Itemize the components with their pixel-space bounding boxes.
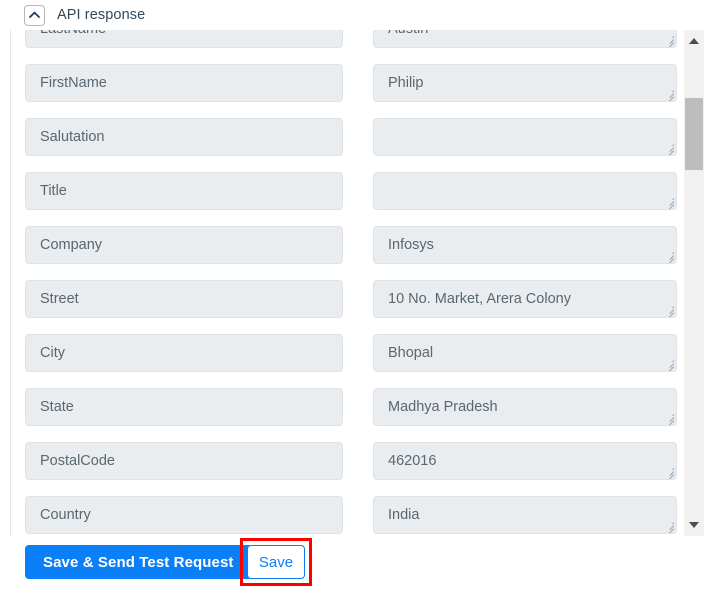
value-text: Infosys [388,237,434,253]
mapping-rows-list: LastName Austin FirstName Philip Salutation T… [0,30,726,536]
resize-grip-icon[interactable] [663,520,675,533]
vertical-scrollbar[interactable] [684,30,704,536]
triangle-down-icon[interactable] [684,516,704,534]
api-response-header: API response [0,0,726,30]
page-title: API response [57,7,146,23]
value-field[interactable] [373,172,677,210]
property-field[interactable]: LastName [25,30,343,48]
triangle-up-icon[interactable] [684,32,704,50]
value-text: Madhya Pradesh [388,399,498,415]
value-field[interactable]: Bhopal [373,334,677,372]
resize-grip-icon[interactable] [663,466,675,479]
chevron-up-icon[interactable] [24,4,45,26]
save-and-send-test-request-button[interactable]: Save & Send Test Request [25,545,252,579]
value-field[interactable]: Philip [373,64,677,102]
value-text: Austin [388,30,428,37]
resize-grip-icon[interactable] [663,196,675,209]
property-field[interactable]: PostalCode [25,442,343,480]
save-button[interactable]: Save [247,545,305,579]
mapping-row: State Madhya Pradesh [0,388,726,442]
value-field[interactable]: 10 No. Market, Arera Colony [373,280,677,318]
mapping-row: PostalCode 462016 [0,442,726,496]
mapping-scroll-viewport: LastName Austin FirstName Philip Salutation T… [0,30,726,536]
mapping-row: FirstName Philip [0,64,726,118]
scrollbar-thumb[interactable] [685,98,703,170]
value-field[interactable]: Austin [373,30,677,48]
property-field[interactable]: State [25,388,343,426]
mapping-row: Company Infosys [0,226,726,280]
value-field[interactable]: Madhya Pradesh [373,388,677,426]
value-text: 462016 [388,453,437,469]
value-text: Bhopal [388,345,434,361]
mapping-row: Country India [0,496,726,536]
value-text: 10 No. Market, Arera Colony [388,291,571,307]
mapping-row: LastName Austin [0,30,726,64]
value-text: India [388,507,420,523]
resize-grip-icon[interactable] [663,304,675,317]
property-field[interactable]: Company [25,226,343,264]
resize-grip-icon[interactable] [663,34,675,47]
property-field[interactable]: City [25,334,343,372]
property-field[interactable]: Street [25,280,343,318]
mapping-row: Street 10 No. Market, Arera Colony [0,280,726,334]
value-field[interactable]: Infosys [373,226,677,264]
property-field[interactable]: Country [25,496,343,534]
mapping-row: City Bhopal [0,334,726,388]
footer-actions: Save & Send Test Request Save [0,536,726,596]
resize-grip-icon[interactable] [663,142,675,155]
value-field[interactable] [373,118,677,156]
property-field[interactable]: FirstName [25,64,343,102]
resize-grip-icon[interactable] [663,250,675,263]
value-field[interactable]: India [373,496,677,534]
property-field[interactable]: Salutation [25,118,343,156]
resize-grip-icon[interactable] [663,358,675,371]
mapping-row: Title [0,172,726,226]
value-field[interactable]: 462016 [373,442,677,480]
mapping-row: Salutation [0,118,726,172]
resize-grip-icon[interactable] [663,412,675,425]
api-response-panel: API response LastName Austin FirstName Phil… [0,0,726,596]
resize-grip-icon[interactable] [663,88,675,101]
value-text: Philip [388,75,424,91]
property-field[interactable]: Title [25,172,343,210]
